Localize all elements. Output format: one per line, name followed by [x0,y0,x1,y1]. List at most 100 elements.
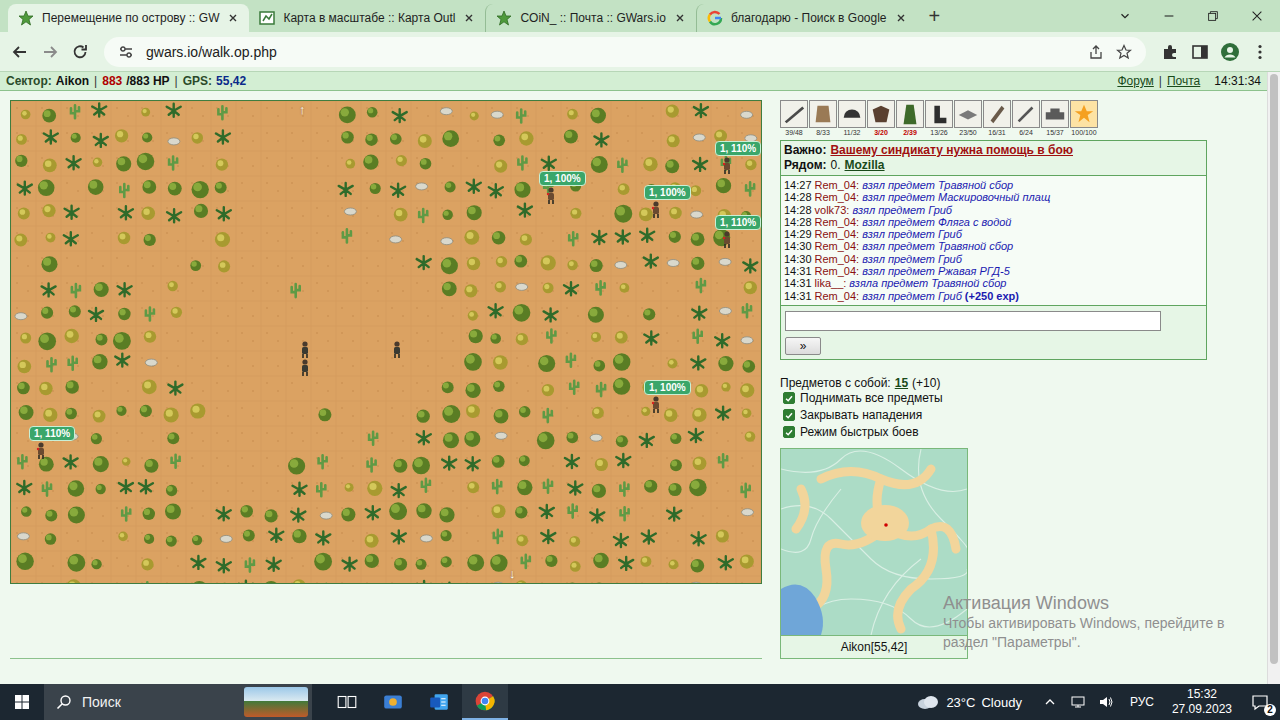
plant [590,259,603,272]
alert-link[interactable]: Вашему синдикату нужна помощь в бою [830,143,1073,158]
check-icon [784,427,794,438]
scrollbar[interactable] [1267,72,1280,684]
checkbox[interactable] [783,426,795,438]
character[interactable] [299,341,311,359]
durability-count: 11/32 [844,128,861,137]
chevron-up-icon[interactable] [1042,694,1058,710]
close-icon[interactable] [463,12,475,24]
weather-widget[interactable]: 23°CCloudy [916,694,1022,710]
plant [91,433,102,444]
screen: Перемещение по острову :: GW Карта в масш… [0,0,1280,720]
option-checkbox[interactable]: Закрывать нападения [780,407,1207,424]
plant [17,382,30,395]
player[interactable]: 1, 110% [29,426,75,460]
plant [514,255,527,268]
plant [492,455,505,468]
scroll-down-arrow[interactable]: ↓ [509,567,516,580]
equipment-slot[interactable]: 39/48 [780,100,808,137]
site-info-icon[interactable] [118,44,134,60]
player[interactable]: 1, 110% [715,215,761,249]
volume-icon[interactable] [1098,694,1114,710]
plant [65,408,77,420]
start-button[interactable] [0,684,44,720]
new-tab-button[interactable]: + [917,4,953,28]
close-icon[interactable] [227,12,239,24]
player[interactable]: 1, 100% [644,185,691,219]
browser-tab[interactable]: Перемещение по острову :: GW [8,4,249,32]
browser-tab[interactable]: Карта в масштабе :: Карта Outl [249,4,485,32]
plant [513,304,531,322]
plant [619,283,629,293]
browser-tab[interactable]: COiN_ :: Почта :: GWars.io [485,4,696,32]
chat-input[interactable] [785,311,1161,331]
plant [416,559,427,570]
chevron-down-icon[interactable] [1118,9,1132,23]
menu-icon[interactable] [1250,42,1270,62]
close-icon[interactable] [674,12,686,24]
plant [621,507,629,520]
check-icon [784,410,794,421]
plant [239,581,253,583]
equipment-slot[interactable]: 13/26 [925,100,953,137]
plant [570,208,581,219]
close-window-icon[interactable] [1250,9,1264,23]
address-bar[interactable]: gwars.io/walk.op.php [104,37,1146,67]
character[interactable] [391,341,403,359]
items-number[interactable]: 15 [895,376,908,390]
share-icon[interactable] [1088,44,1104,60]
bookmark-star-icon[interactable] [1116,44,1132,60]
reload-icon[interactable] [70,42,90,62]
taskbar-search[interactable]: Поиск [44,684,312,720]
plant [564,282,578,295]
restore-icon[interactable] [1206,9,1220,23]
network-icon[interactable] [1070,694,1086,710]
send-button[interactable]: » [785,337,821,355]
equipment-slot[interactable]: 3/20 [867,100,895,137]
forward-icon[interactable] [40,42,60,62]
nearby-player[interactable]: Mozilla [845,158,885,173]
equipment-slot[interactable]: 15/37 [1041,100,1069,137]
plant [68,480,85,497]
minimap[interactable]: Aikon[55,42] [780,448,968,659]
plant [442,405,460,423]
equipment-slot[interactable]: 8/33 [809,100,837,137]
plant [715,334,729,347]
plant [669,207,682,220]
taskbar-clock[interactable]: 15:3227.09.2023 [1164,687,1240,717]
option-checkbox[interactable]: Режим быстрых боев [780,424,1207,441]
app-icon[interactable] [382,691,404,713]
equipment-slot[interactable]: 100/100 [1070,100,1098,137]
checkbox[interactable] [783,392,795,404]
extensions-icon[interactable] [1160,42,1180,62]
equipment-slot[interactable]: 16/31 [983,100,1011,137]
header-link[interactable]: Почта [1167,74,1200,88]
player[interactable]: 1, 100% [539,171,586,205]
equipment-slot[interactable]: 6/24 [1012,100,1040,137]
plant [538,355,555,372]
close-icon[interactable] [895,12,907,24]
equipment-slot[interactable]: 11/32 [838,100,866,137]
language-indicator[interactable]: РУС [1130,695,1154,709]
minimize-icon[interactable] [1162,9,1176,23]
notification-center[interactable]: 2 [1240,684,1280,720]
profile-icon[interactable] [1220,42,1240,62]
sidebar-icon[interactable] [1190,42,1210,62]
player[interactable]: 1, 100% [644,380,691,414]
tab-label: Карта в масштабе :: Карта Outl [283,11,455,25]
plant [217,207,231,220]
player[interactable]: 1, 110% [715,141,761,175]
browser-tab[interactable]: благодарю - Поиск в Google [696,4,917,32]
word-icon[interactable] [428,691,450,713]
back-icon[interactable] [10,42,30,62]
option-checkbox[interactable]: Поднимать все предметы [780,390,1207,407]
character[interactable] [299,359,311,377]
equipment-slot[interactable]: 23/50 [954,100,982,137]
checkbox[interactable] [783,409,795,421]
game-map[interactable]: ↑ ↓ 1, 110% 1, 100% 1, 100% 1, 110% 1, 100% 1, … [10,100,762,584]
task-view-icon[interactable] [336,691,358,713]
plant [569,505,577,518]
equipment-slot[interactable]: 2/39 [896,100,924,137]
header-link[interactable]: Форум [1117,74,1153,88]
chrome-taskbar-button[interactable] [462,684,508,720]
scroll-up-arrow[interactable]: ↑ [299,103,306,116]
